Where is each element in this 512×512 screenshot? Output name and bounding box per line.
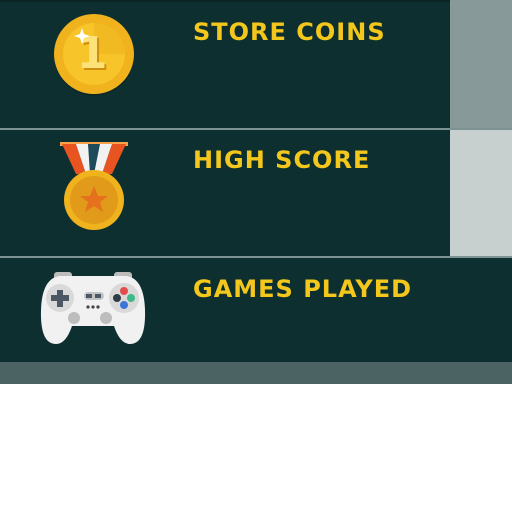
row-divider <box>0 128 512 130</box>
bottom-bar <box>0 362 512 384</box>
side-tab-store-coins[interactable] <box>450 0 512 128</box>
coin-icon: 1 1 <box>52 12 136 96</box>
stat-label-store-coins: STORE COINS <box>193 18 386 46</box>
stat-label-high-score: HIGH SCORE <box>193 146 371 174</box>
medal-icon <box>58 138 130 230</box>
stats-panel: 1 1 STORE COINS HIGH SCORE GAMES PLAYED <box>0 0 512 384</box>
gamepad-icon <box>40 270 146 346</box>
side-tab-high-score[interactable] <box>450 130 512 256</box>
stat-label-games-played: GAMES PLAYED <box>193 275 413 303</box>
row-divider <box>0 256 512 258</box>
